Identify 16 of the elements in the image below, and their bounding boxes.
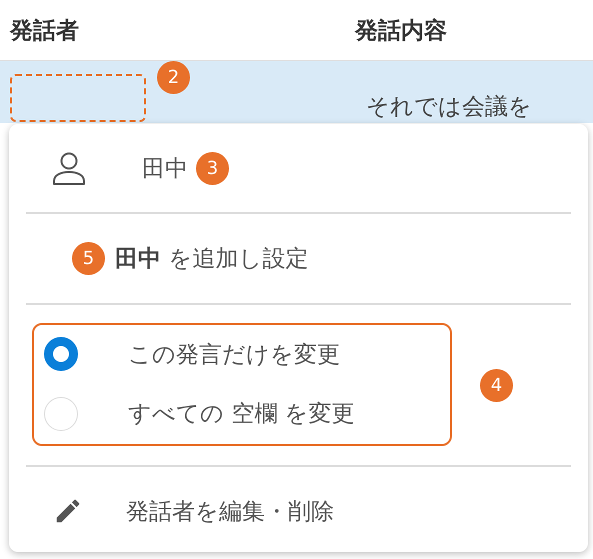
add-speaker-option[interactable]: 田中 を追加し設定 bbox=[115, 243, 308, 274]
step-badge: 2 bbox=[157, 61, 190, 94]
radio-label[interactable]: この発言だけを変更 bbox=[128, 338, 340, 370]
step-badge: 4 bbox=[480, 368, 513, 402]
table-cell-text: それでは会議を bbox=[366, 92, 532, 122]
radio-button[interactable] bbox=[44, 337, 78, 372]
speaker-option[interactable]: 田中 bbox=[142, 152, 188, 184]
person-icon bbox=[51, 150, 87, 186]
table-row[interactable]: 2 それでは会議を bbox=[0, 60, 593, 123]
speaker-cell[interactable] bbox=[10, 74, 146, 122]
step-badge: 5 bbox=[72, 242, 105, 275]
column-header: 発話者 bbox=[10, 16, 80, 46]
radio-label[interactable]: すべての 空欄 を変更 bbox=[128, 398, 355, 430]
edit-speaker-option[interactable]: 発話者を編集・削除 bbox=[126, 496, 334, 526]
step-badge: 3 bbox=[196, 152, 229, 184]
column-header: 発話内容 bbox=[355, 16, 447, 46]
